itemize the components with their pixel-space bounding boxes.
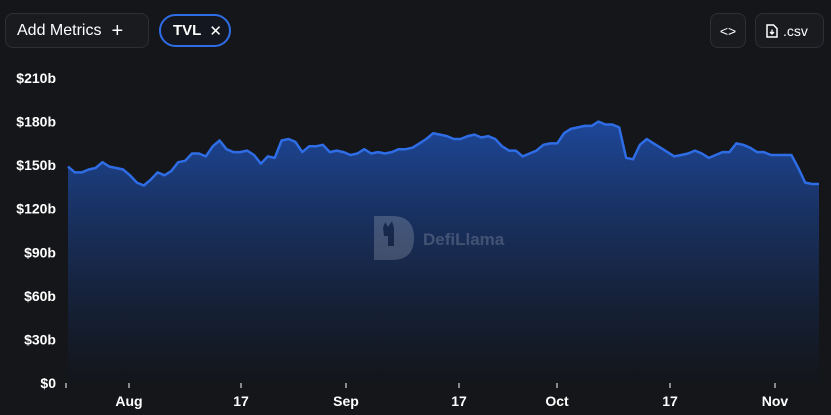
y-tick-label: $30b xyxy=(24,331,56,347)
x-tick-label: 17 xyxy=(233,393,249,409)
plus-icon: + xyxy=(111,19,124,42)
y-tick-label: $90b xyxy=(24,244,56,260)
y-tick-label: $60b xyxy=(24,288,56,304)
x-tick-label: 17 xyxy=(451,393,467,409)
add-metrics-button[interactable]: Add Metrics + xyxy=(5,13,149,48)
y-tick-label: $210b xyxy=(16,70,56,86)
code-icon: <> xyxy=(719,22,737,39)
x-tick-label: 17 xyxy=(662,393,678,409)
file-download-icon xyxy=(766,23,778,38)
watermark-text: DefiLlama xyxy=(423,230,505,249)
embed-button[interactable]: <> xyxy=(710,13,746,48)
csv-download-button[interactable]: .csv xyxy=(755,13,824,48)
tvl-metric-pill[interactable]: TVL ✕ xyxy=(159,14,231,47)
llama-logo xyxy=(374,216,414,260)
close-icon[interactable]: ✕ xyxy=(209,22,222,40)
y-tick-label: $0 xyxy=(40,375,56,391)
y-tick-label: $120b xyxy=(16,201,56,217)
add-metrics-label: Add Metrics xyxy=(17,21,102,39)
x-tick-label: Oct xyxy=(545,393,569,409)
tvl-pill-label: TVL xyxy=(173,22,202,39)
x-tick-label: Aug xyxy=(115,393,142,409)
y-tick-label: $180b xyxy=(16,114,56,130)
toolbar: Add Metrics + TVL ✕ <> .csv xyxy=(0,0,831,60)
tvl-area-chart: $0 $30b $60b $90b $120b $150b $180b $210b Aug 17… xyxy=(16,70,819,409)
x-tick-label: Nov xyxy=(762,393,789,409)
csv-label: .csv xyxy=(783,22,808,39)
y-tick-label: $150b xyxy=(16,157,56,173)
x-tick-label: Sep xyxy=(333,393,359,409)
